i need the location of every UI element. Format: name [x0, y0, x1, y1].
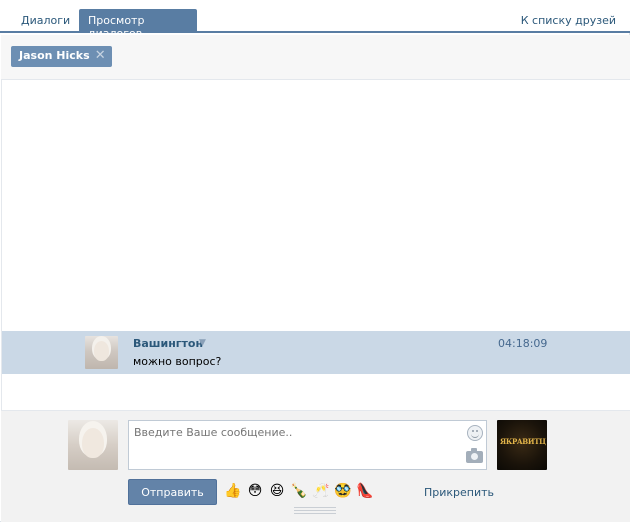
recipient-avatar-art: ЯКРАВИТЦ: [500, 437, 546, 446]
tab-dialogs[interactable]: Диалоги: [12, 9, 79, 33]
resize-handle-icon[interactable]: [294, 507, 336, 515]
champagne-emoji-icon[interactable]: 🍾: [290, 482, 308, 500]
tab-bar: Диалоги Просмотр диалогов К списку друзе…: [0, 0, 630, 40]
attach-link[interactable]: Прикрепить: [424, 486, 494, 499]
send-button[interactable]: Отправить: [128, 479, 217, 505]
compose-area: ЯКРАВИТЦ Отправить 👍 😳 😆 🍾 🥂 🥸 👠 Прикреп…: [1, 410, 630, 522]
sender-avatar[interactable]: [85, 336, 118, 369]
glasses-emoji-icon[interactable]: 🥂: [312, 482, 330, 500]
dialog-window: Диалоги Просмотр диалогов К списку друзе…: [0, 0, 630, 522]
participants-bar: Jason Hicks ✕: [1, 35, 630, 80]
message-row[interactable]: Вашингтон ▼ можно вопрос? 04:18:09: [2, 331, 630, 374]
my-avatar[interactable]: [68, 420, 118, 470]
thumbs-up-emoji-icon[interactable]: 👍: [224, 482, 242, 500]
message-text: можно вопрос?: [133, 355, 222, 368]
message-author[interactable]: Вашингтон: [133, 337, 203, 350]
message-input[interactable]: [128, 420, 487, 470]
remove-participant-icon[interactable]: ✕: [95, 48, 106, 63]
friends-list-link[interactable]: К списку друзей: [521, 14, 616, 27]
laughing-emoji-icon[interactable]: 😆: [268, 482, 286, 500]
message-time: 04:18:09: [498, 337, 548, 350]
flushed-emoji-icon[interactable]: 😳: [246, 482, 264, 500]
message-history[interactable]: Вашингтон ▼ можно вопрос? 04:18:09: [1, 80, 630, 410]
tab-view-dialogs[interactable]: Просмотр диалогов: [79, 9, 197, 40]
camera-icon[interactable]: [466, 448, 483, 463]
smile-icon[interactable]: [467, 425, 483, 441]
high-heel-emoji-icon[interactable]: 👠: [356, 482, 374, 500]
recipient-avatar[interactable]: ЯКРАВИТЦ: [497, 420, 547, 470]
mustache-emoji-icon[interactable]: 🥸: [334, 482, 352, 500]
participant-name: Jason Hicks: [19, 49, 90, 62]
author-menu-caret-icon[interactable]: ▼: [199, 338, 206, 348]
emoji-bar: 👍 😳 😆 🍾 🥂 🥸 👠: [224, 482, 374, 500]
participant-chip[interactable]: Jason Hicks ✕: [11, 46, 112, 67]
